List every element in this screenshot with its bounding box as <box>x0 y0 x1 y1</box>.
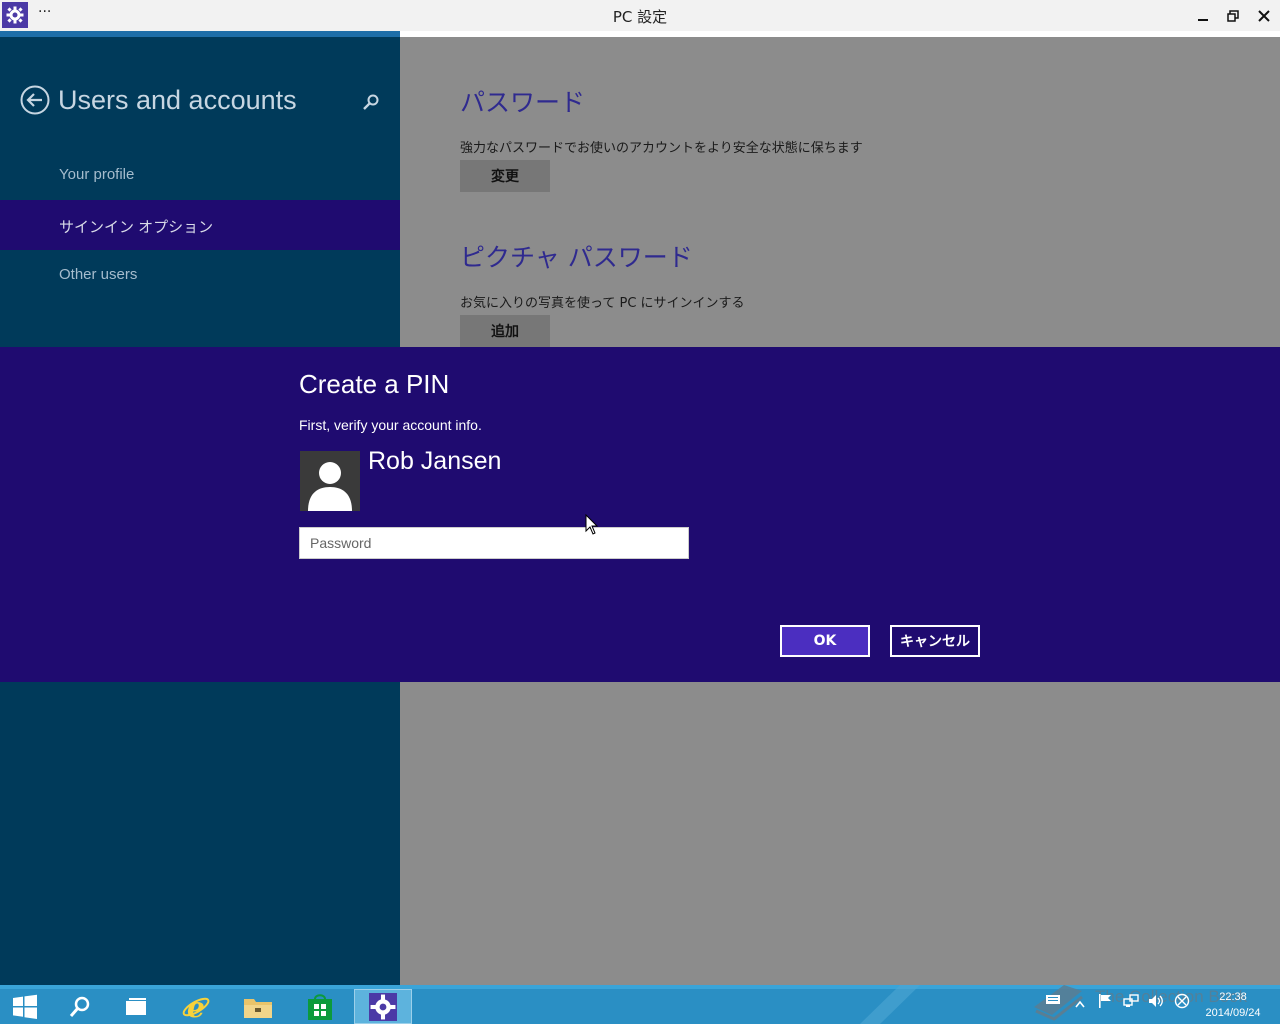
nav-item-label: サインイン オプション <box>59 219 214 236</box>
keyboard-icon[interactable] <box>1046 993 1060 1008</box>
windows-start-icon[interactable] <box>0 989 50 1024</box>
add-picture-password-button[interactable]: 追加 <box>460 315 550 347</box>
close-icon[interactable] <box>1249 5 1279 27</box>
cancel-button[interactable]: キャンセル <box>890 625 980 657</box>
clock-date: 2014/09/24 <box>1205 1007 1261 1019</box>
search-icon[interactable] <box>55 989 105 1024</box>
minimize-icon[interactable] <box>1188 5 1218 27</box>
file-explorer-icon[interactable] <box>233 989 283 1024</box>
nav-item-sign-in-options[interactable]: サインイン オプション <box>0 200 400 250</box>
settings-icon[interactable] <box>354 989 412 1024</box>
nav-item-label: Other users <box>59 266 138 283</box>
user-name: Rob Jansen <box>368 447 502 475</box>
restore-icon[interactable] <box>1218 5 1248 27</box>
title-bar: ··· PC 設定 <box>0 0 1280 31</box>
task-view-icon[interactable] <box>111 989 161 1024</box>
decorative-stripe <box>860 985 920 1024</box>
password-field-box <box>299 527 689 559</box>
change-password-button[interactable]: 変更 <box>460 160 550 192</box>
pane-title: Users and accounts <box>58 85 297 115</box>
avatar <box>300 451 360 511</box>
password-heading: パスワード <box>460 88 586 117</box>
back-arrow-icon[interactable] <box>20 85 50 115</box>
action-center-flag-icon[interactable] <box>1098 993 1112 1012</box>
dialog-subtitle: First, verify your account info. <box>299 417 482 433</box>
ok-button[interactable]: OK <box>780 625 870 657</box>
network-icon[interactable] <box>1123 993 1139 1012</box>
password-input[interactable] <box>308 528 682 558</box>
clock-time: 22:38 <box>1219 991 1247 1003</box>
nav-item-other-users[interactable]: Other users <box>0 250 400 300</box>
nav-item-label: Your profile <box>59 166 135 183</box>
clock[interactable]: 22:38 2014/09/24 <box>1200 989 1266 1021</box>
picture-password-description: お気に入りの写真を使って PC にサインインする <box>460 296 745 311</box>
create-pin-dialog: Create a PIN First, verify your account … <box>0 347 1280 682</box>
user-silhouette-icon <box>308 462 352 511</box>
nav-item-your-profile[interactable]: Your profile <box>0 150 400 200</box>
window-title: PC 設定 <box>612 8 668 26</box>
show-hidden-icons-icon[interactable] <box>1075 997 1085 1011</box>
mouse-cursor-icon <box>585 513 599 536</box>
dialog-title: Create a PIN <box>299 369 450 399</box>
svg-text:e: e <box>187 992 205 1022</box>
picture-password-heading: ピクチャ パスワード <box>460 243 693 272</box>
password-description: 強力なパスワードでお使いのアカウントをより安全な状態に保ちます <box>460 141 863 156</box>
taskbar: e The Collection Book 22:38 2014/09/24 <box>0 985 1280 1024</box>
store-icon[interactable] <box>295 989 345 1024</box>
search-icon[interactable] <box>362 93 380 111</box>
volume-icon[interactable] <box>1148 993 1164 1012</box>
ime-off-icon[interactable] <box>1174 993 1190 1012</box>
internet-explorer-icon[interactable]: e <box>171 989 221 1024</box>
